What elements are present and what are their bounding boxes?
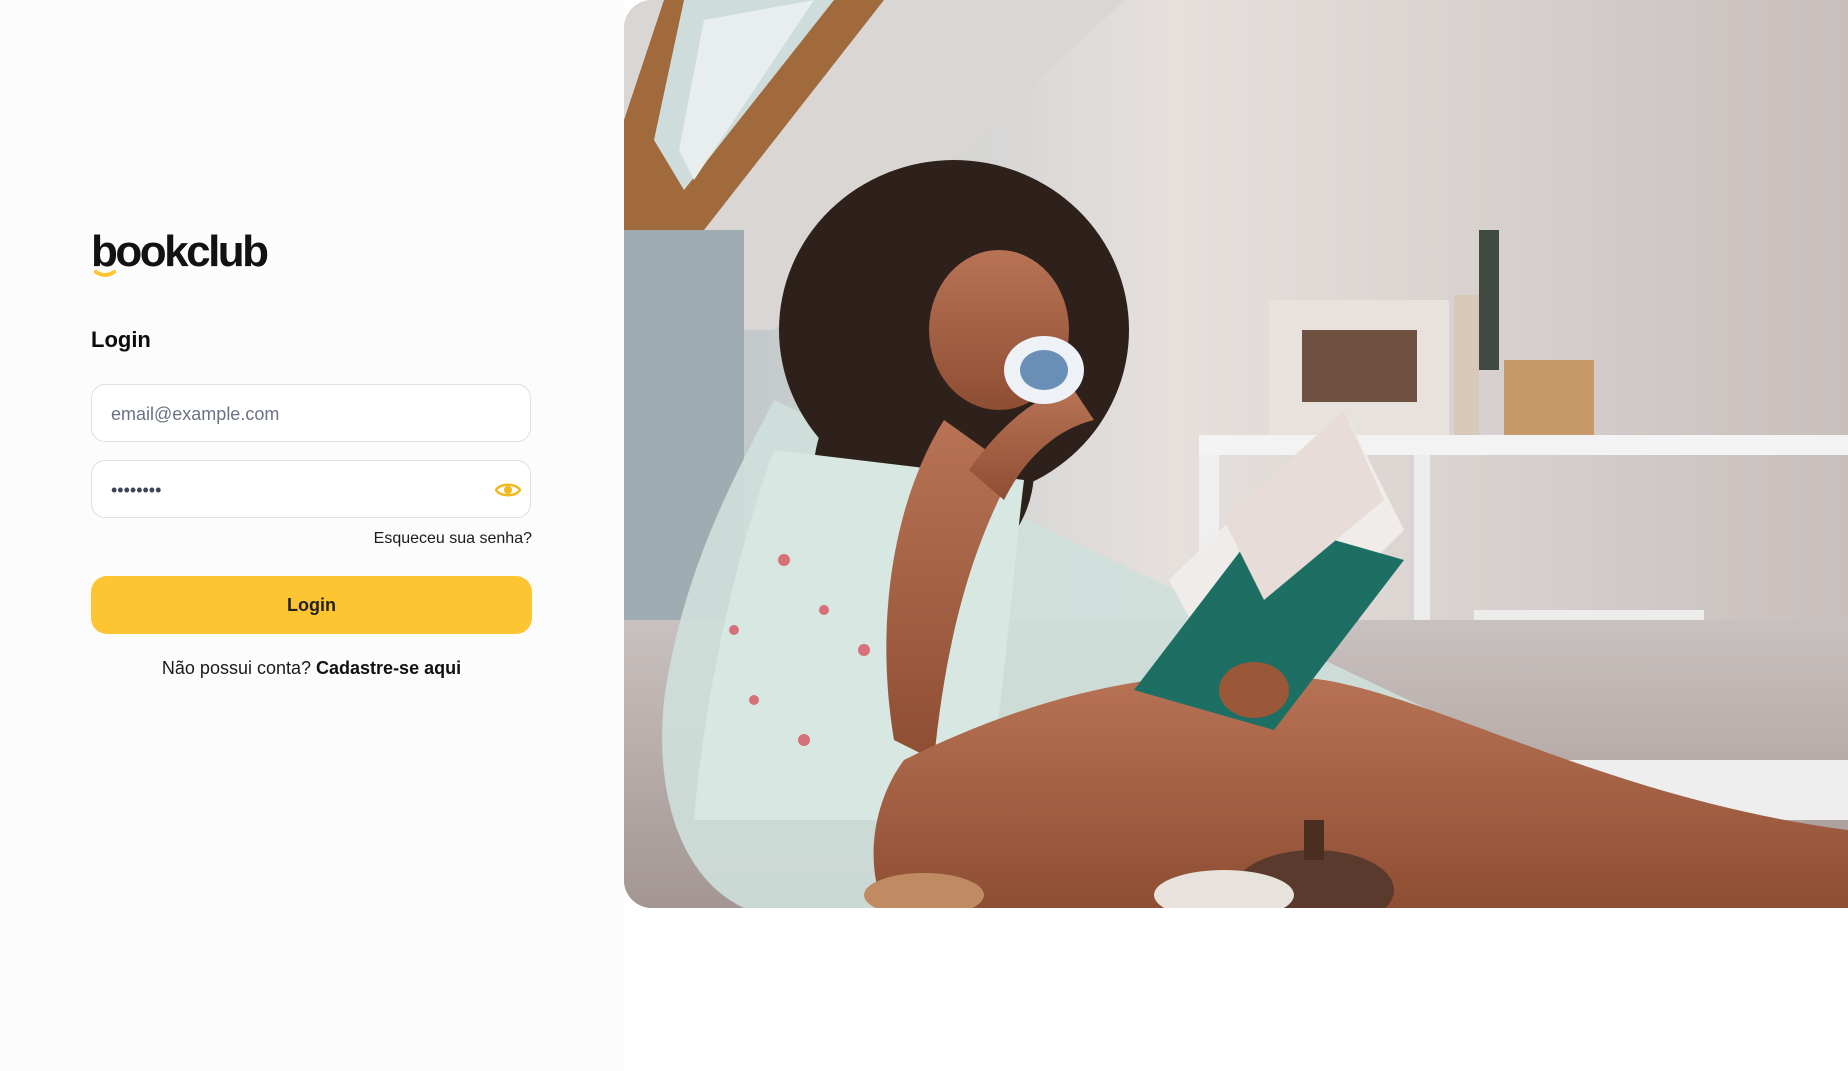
logo-smile-underline <box>94 270 116 277</box>
login-heading: Login <box>91 327 151 352</box>
signup-link[interactable]: Cadastre-se aqui <box>316 658 461 678</box>
show-password-toggle[interactable] <box>494 476 522 504</box>
email-input[interactable] <box>109 385 493 443</box>
email-field-wrapper <box>91 384 531 443</box>
signup-line: Não possui conta? Cadastre-se aqui <box>91 658 532 679</box>
bookclub-logo: bookclub <box>91 226 269 282</box>
login-button[interactable]: Login <box>91 576 532 634</box>
eye-icon <box>495 483 521 497</box>
hero-photo-illustration <box>624 0 1848 908</box>
login-page: bookclub Login Esqueceu sua senha? Login… <box>0 0 1848 1071</box>
signup-prompt: Não possui conta? <box>161 658 312 678</box>
password-field-wrapper <box>91 460 531 519</box>
forgot-password-link[interactable]: Esqueceu sua senha? <box>374 530 532 548</box>
logo-text: bookclub <box>91 227 269 276</box>
login-panel: bookclub Login Esqueceu sua senha? Login… <box>0 0 624 1071</box>
password-input[interactable] <box>109 461 493 519</box>
hero-photo <box>624 0 1848 908</box>
